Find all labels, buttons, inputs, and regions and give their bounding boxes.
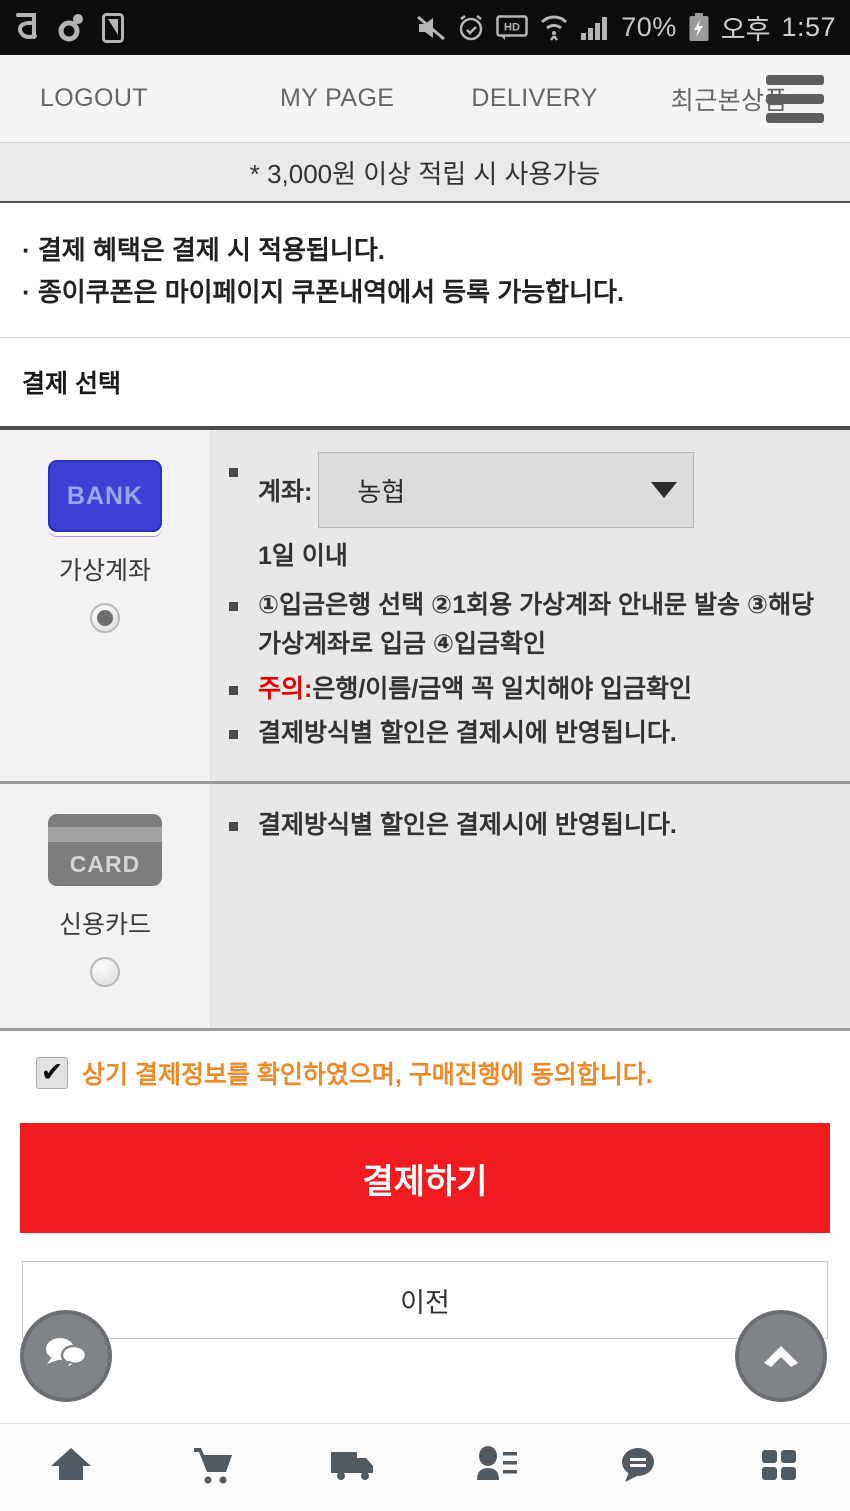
warning-prefix: 주의: xyxy=(258,674,313,703)
battery-charging-icon xyxy=(688,12,710,43)
delivery-truck-icon xyxy=(329,1442,379,1493)
bullet-square-icon xyxy=(229,602,238,612)
account-label: 계좌: xyxy=(258,478,313,507)
payment-option-credit-card[interactable]: CARD 신용카드 결제방식별 할인은 결제시에 반영됩니다. xyxy=(0,784,850,1032)
payment-step-bullet: ①입금은행 선택 ②1회용 가상계좌 안내문 발송 ③해당 가상계좌로 입금 ④… xyxy=(229,586,832,664)
previous-button[interactable]: 이전 xyxy=(22,1261,828,1340)
info-note-line: · 결제 혜택은 결제 시 적용됩니다. xyxy=(22,235,385,265)
profile-icon xyxy=(471,1442,521,1493)
bullet-square-icon xyxy=(229,822,238,832)
payment-discount-text: 결제방식별 할인은 결제시에 반영됩니다. xyxy=(258,811,677,840)
payment-option-virtual-account[interactable]: BANK 가상계좌 계좌: 농협 1일 이내 ①입금은행 선택 ②1회용 가상계… xyxy=(0,430,850,785)
chat-bubbles-icon xyxy=(43,1333,89,1380)
payment-step-text: ①입금은행 선택 ②1회용 가상계좌 안내문 발송 ③해당 가상계좌로 입금 ④… xyxy=(258,591,815,658)
warning-text: 은행/이름/금액 꼭 일치해야 입금확인 xyxy=(312,674,693,703)
payment-discount-bullet: 결제방식별 할인은 결제시에 반영됩니다. xyxy=(229,806,832,845)
bottom-nav-profile[interactable] xyxy=(425,1442,567,1493)
app-icon-phone xyxy=(102,12,124,43)
page-title: 결제 선택 xyxy=(22,370,121,399)
chat-icon xyxy=(615,1442,661,1493)
hamburger-menu-icon[interactable] xyxy=(766,74,824,123)
signal-icon xyxy=(580,15,610,41)
hamburger-bar xyxy=(766,112,824,123)
card-magnetic-stripe xyxy=(48,827,162,843)
bullet-square-icon xyxy=(229,468,238,478)
status-bar-right-icons: HD 70% 오후 1:57 xyxy=(416,8,836,47)
status-time: 1:57 xyxy=(781,12,836,42)
payment-option-details-credit-card: 결제방식별 할인은 결제시에 반영됩니다. xyxy=(211,784,850,1029)
purchase-agreement-row[interactable]: ✔ 상기 결제정보를 확인하였으며, 구매진행에 동의합니다. xyxy=(0,1031,850,1113)
radio-credit-card[interactable] xyxy=(90,957,120,988)
info-notes-block: · 결제 혜택은 결제 시 적용됩니다. · 종이쿠폰은 마이페이지 쿠폰내역에… xyxy=(0,203,850,339)
nav-item-delivery[interactable]: DELIVERY xyxy=(471,84,597,113)
bottom-nav-delivery[interactable] xyxy=(283,1442,425,1493)
chevron-up-icon xyxy=(758,1337,804,1376)
checkmark-icon: ✔ xyxy=(40,1056,64,1087)
point-usage-notice-bar: * 3,000원 이상 적립 시 사용가능 xyxy=(0,143,850,203)
svg-text:HD: HD xyxy=(504,21,520,33)
alarm-icon xyxy=(457,14,485,42)
app-icon-dot xyxy=(58,13,84,43)
payment-discount-text: 결제방식별 할인은 결제시에 반영됩니다. xyxy=(258,719,677,748)
bullet-square-icon xyxy=(229,685,238,695)
bank-icon-label: BANK xyxy=(66,481,144,510)
bottom-nav-cart[interactable] xyxy=(142,1442,284,1493)
bottom-nav-home[interactable] xyxy=(0,1442,142,1493)
payment-section-header: 결제 선택 xyxy=(0,338,850,431)
status-ampm: 오후 xyxy=(720,15,771,45)
pay-button-label: 결제하기 xyxy=(362,1162,488,1201)
hamburger-bar xyxy=(766,74,824,85)
processing-time-note: 1일 이내 xyxy=(258,542,348,571)
payment-warning-bullet: 주의:은행/이름/금액 꼭 일치해야 입금확인 xyxy=(229,670,832,709)
payment-option-label-virtual-account: 가상계좌 xyxy=(58,557,151,586)
payment-option-details-virtual-account: 계좌: 농협 1일 이내 ①입금은행 선택 ②1회용 가상계좌 안내문 발송 ③… xyxy=(211,430,850,782)
app-icon-u xyxy=(14,12,40,43)
status-bar: HD 70% 오후 1:57 xyxy=(0,0,850,55)
payment-option-left-credit-card[interactable]: CARD 신용카드 xyxy=(0,784,211,1029)
battery-percent: 70% xyxy=(621,12,677,42)
cart-icon xyxy=(190,1442,236,1493)
chevron-down-icon xyxy=(651,482,678,499)
hd-icon: HD xyxy=(496,14,528,41)
status-bar-left-icons xyxy=(14,12,124,43)
notice-text: * 3,000원 이상 적립 시 사용가능 xyxy=(249,158,601,189)
nav-item-mypage[interactable]: MY PAGE xyxy=(280,84,394,113)
bullet-square-icon xyxy=(229,730,238,740)
bottom-nav-chat[interactable] xyxy=(567,1442,709,1493)
bank-select-dropdown[interactable]: 농협 xyxy=(318,452,695,529)
mute-icon xyxy=(416,15,446,41)
bank-select-value: 농협 xyxy=(357,476,406,507)
bottom-navigation-bar xyxy=(0,1423,850,1511)
agreement-checkbox[interactable]: ✔ xyxy=(36,1056,68,1090)
bottom-nav-grid[interactable] xyxy=(708,1442,850,1493)
radio-virtual-account[interactable] xyxy=(90,603,120,634)
wifi-icon xyxy=(539,14,569,42)
agreement-label: 상기 결제정보를 확인하였으며, 구매진행에 동의합니다. xyxy=(82,1061,653,1090)
home-icon xyxy=(48,1442,94,1493)
top-navigation-bar: LOGOUT MY PAGE DELIVERY 최근본상품 xyxy=(0,55,850,143)
info-note-line: · 종이쿠폰은 마이페이지 쿠폰내역에서 등록 가능합니다. xyxy=(22,277,625,308)
card-icon-label: CARD xyxy=(69,851,141,878)
card-icon: CARD xyxy=(48,814,162,887)
payment-option-label-credit-card: 신용카드 xyxy=(58,911,151,940)
bank-icon: BANK xyxy=(48,460,162,533)
grid-menu-icon xyxy=(756,1442,802,1493)
account-select-row: 계좌: 농협 xyxy=(229,452,832,529)
app-screen: HD 70% 오후 1:57 LOGOUT MY PAGE DELIVERY 최… xyxy=(0,0,850,1511)
chat-fab[interactable] xyxy=(20,1310,112,1402)
scroll-top-fab[interactable] xyxy=(735,1310,827,1402)
previous-button-label: 이전 xyxy=(400,1287,450,1318)
account-dropdown-wrap: 계좌: 농협 xyxy=(258,452,695,529)
hamburger-bar xyxy=(766,93,824,104)
payment-warning-line: 주의:은행/이름/금액 꼭 일치해야 입금확인 xyxy=(258,670,692,709)
nav-item-logout[interactable]: LOGOUT xyxy=(40,84,148,113)
payment-discount-bullet: 결제방식별 할인은 결제시에 반영됩니다. xyxy=(229,714,832,753)
payment-option-left-virtual-account[interactable]: BANK 가상계좌 xyxy=(0,430,211,782)
pay-button[interactable]: 결제하기 xyxy=(20,1123,830,1234)
